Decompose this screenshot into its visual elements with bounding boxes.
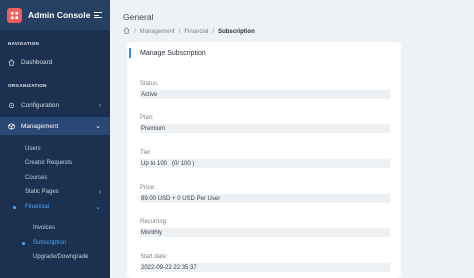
start-date-field: Start date: 2022-09-22 22:35:37	[140, 254, 390, 272]
chevron-down-icon: ⌄	[95, 204, 101, 211]
plan-field: Plan: Premium	[140, 115, 390, 133]
breadcrumb-separator: /	[212, 28, 215, 35]
sidebar-subitem-static-pages[interactable]: Static Pages ›	[0, 186, 110, 198]
field-label: Start date:	[140, 254, 168, 260]
plan-value: Premium	[140, 124, 390, 133]
breadcrumb-separator: /	[178, 28, 181, 35]
status-field: Status: Active	[140, 81, 390, 99]
active-dot-icon	[22, 241, 25, 245]
logo-icon	[7, 7, 22, 23]
sidebar-item-label: Configuration	[21, 101, 60, 109]
sidebar-subitem-label: Subscription	[33, 240, 67, 246]
app-title: Admin Console	[28, 10, 91, 20]
gear-icon	[8, 102, 15, 109]
breadcrumb: / Management / Financial / Subscription	[123, 27, 255, 36]
sidebar-subitem-subscription[interactable]: Subscription	[0, 237, 110, 249]
home-icon[interactable]	[123, 27, 130, 36]
recurring-field: Recurring: Monthly	[140, 219, 390, 237]
sidebar-item-dashboard[interactable]: Dashboard	[0, 53, 110, 71]
status-value: Active	[140, 90, 390, 99]
sidebar-subitem-label: Financial	[25, 204, 50, 210]
section-organization: ORGANIZATION	[8, 83, 47, 88]
sidebar-subitem-financial[interactable]: Financial ⌄	[0, 201, 110, 213]
breadcrumb-item[interactable]: Financial	[184, 29, 208, 35]
accent-bar	[129, 48, 131, 58]
sidebar-item-configuration[interactable]: Configuration ›	[0, 96, 110, 114]
sidebar-item-management[interactable]: Management ⌄	[0, 117, 110, 135]
tier-value: Up to 100 (0/ 100 )	[140, 159, 390, 168]
sidebar-item-label: Management	[21, 122, 59, 130]
brand-bar: Admin Console	[0, 0, 110, 30]
field-label: Price:	[140, 185, 156, 191]
breadcrumb-current: Subscription	[218, 28, 255, 35]
main-content: General / Management / Financial / Subsc…	[110, 0, 474, 278]
chevron-right-icon: ›	[98, 101, 101, 109]
home-icon	[8, 58, 15, 66]
field-label: Status:	[140, 81, 159, 87]
field-label: Tier:	[140, 150, 152, 156]
breadcrumb-separator: /	[134, 28, 136, 35]
page-title: General	[123, 12, 154, 22]
sidebar-subitem-courses[interactable]: Courses	[0, 172, 110, 184]
field-label: Plan:	[140, 115, 154, 121]
sidebar-subitem-invoices[interactable]: Invoices	[0, 222, 110, 234]
chevron-right-icon: ›	[98, 188, 101, 196]
recurring-value: Monthly	[140, 228, 390, 237]
box-icon	[8, 122, 15, 130]
sidebar-subitem-creator-requests[interactable]: Creator Requests	[0, 157, 110, 169]
subscription-card: Manage Subscription Status: Active Plan:…	[127, 42, 401, 278]
price-value: 89.00 USD + 0 USD Per User	[140, 194, 390, 203]
breadcrumb-item[interactable]: Management	[140, 29, 175, 35]
sidebar-subitem-users[interactable]: Users	[0, 143, 110, 155]
start-date-value: 2022-09-22 22:35:37	[140, 263, 390, 272]
sidebar-subitem-upgrade-downgrade[interactable]: Upgrade/Downgrade	[0, 251, 110, 263]
field-label: Recurring:	[140, 219, 168, 225]
active-dot-icon	[13, 205, 16, 209]
card-header: Manage Subscription	[127, 47, 401, 59]
section-navigation: NAVIGATION	[8, 41, 40, 46]
sidebar: Admin Console NAVIGATION Dashboard ORGAN…	[0, 0, 110, 278]
hamburger-icon[interactable]	[94, 12, 102, 18]
sidebar-item-label: Dashboard	[21, 58, 53, 66]
sidebar-subitem-label: Static Pages	[25, 189, 59, 195]
card-title: Manage Subscription	[140, 49, 206, 57]
tier-field: Tier: Up to 100 (0/ 100 )	[140, 150, 390, 168]
price-field: Price: 89.00 USD + 0 USD Per User	[140, 185, 390, 203]
chevron-down-icon: ⌄	[95, 123, 101, 130]
